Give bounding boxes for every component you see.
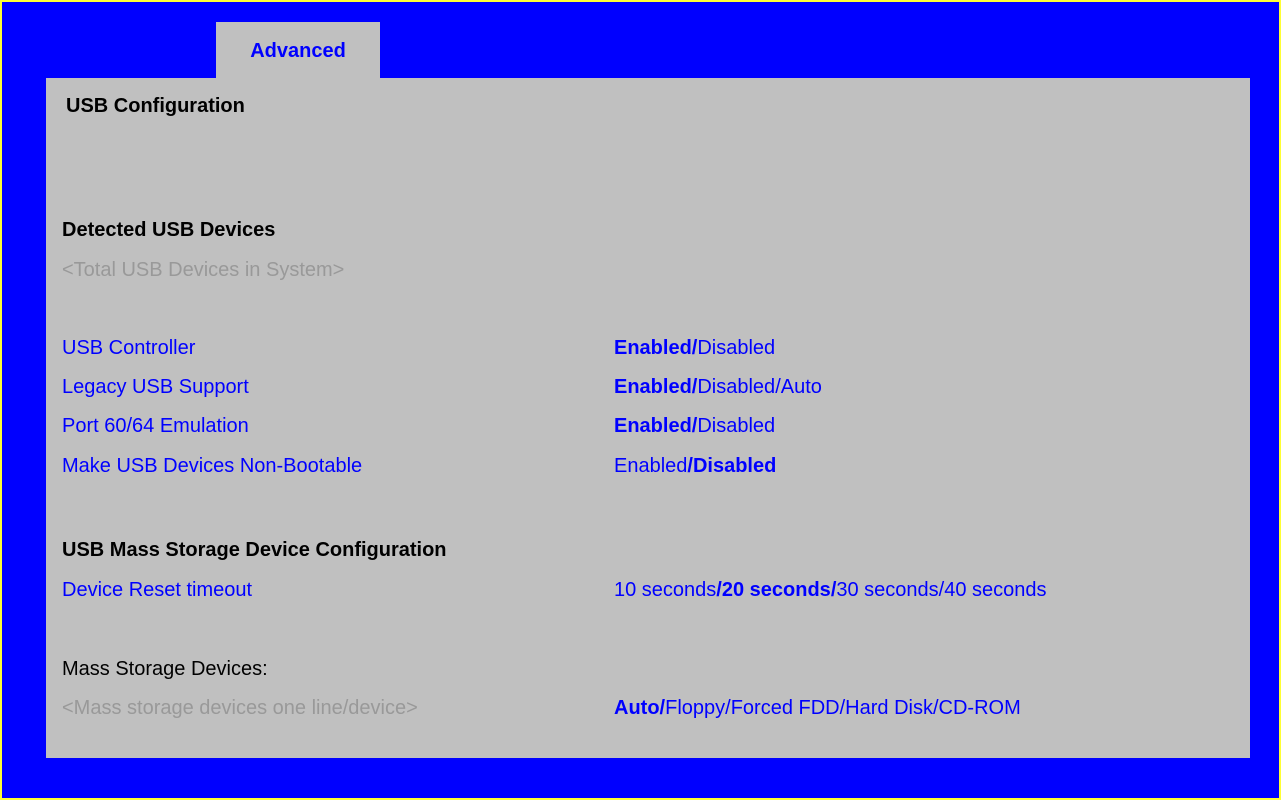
option-cd-rom[interactable]: CD-ROM [939,697,1021,719]
option-disabled[interactable]: Disabled [693,455,776,477]
option-enabled[interactable]: Enabled [614,415,692,437]
usb-controller-label[interactable]: USB Controller [62,336,195,360]
total-usb-devices-placeholder: <Total USB Devices in System> [62,259,345,281]
device-reset-timeout-label[interactable]: Device Reset timeout [62,578,252,602]
option-30-seconds[interactable]: 30 seconds [836,579,938,601]
option-40-seconds[interactable]: 40 seconds [944,579,1046,601]
usb-controller-options[interactable]: Enabled/Disabled [614,336,775,360]
bios-frame: Advanced USB Configuration Detected USB … [2,2,1279,798]
option-auto[interactable]: Auto [614,697,660,719]
option-disabled[interactable]: Disabled [697,337,775,359]
device-reset-timeout-options[interactable]: 10 seconds/20 seconds/30 seconds/40 seco… [614,578,1047,602]
mass-storage-devices-placeholder: <Mass storage devices one line/device> [62,697,418,719]
port-60-64-emulation-options[interactable]: Enabled/Disabled [614,414,775,438]
usb-mass-storage-config-header: USB Mass Storage Device Configuration [62,539,447,561]
option-10-seconds[interactable]: 10 seconds [614,579,716,601]
option-disabled[interactable]: Disabled [697,415,775,437]
option-floppy[interactable]: Floppy [665,697,725,719]
option-enabled[interactable]: Enabled [614,455,687,477]
port-60-64-emulation-label[interactable]: Port 60/64 Emulation [62,414,249,438]
mass-storage-device-type-options[interactable]: Auto/Floppy/Forced FDD/Hard Disk/CD-ROM [614,696,1021,720]
option-forced-fdd[interactable]: Forced FDD [731,697,840,719]
option-auto[interactable]: Auto [781,376,822,398]
tab-advanced[interactable]: Advanced [216,22,380,80]
detected-usb-devices-header: Detected USB Devices [62,219,276,241]
page-title: USB Configuration [66,95,245,117]
make-usb-devices-non-bootable-options[interactable]: Enabled/Disabled [614,454,776,478]
legacy-usb-support-label[interactable]: Legacy USB Support [62,375,249,399]
legacy-usb-support-options[interactable]: Enabled/Disabled/Auto [614,375,822,399]
option-enabled[interactable]: Enabled [614,337,692,359]
option-20-seconds[interactable]: 20 seconds [722,579,831,601]
make-usb-devices-non-bootable-label[interactable]: Make USB Devices Non-Bootable [62,454,362,478]
mass-storage-devices-label: Mass Storage Devices: [62,658,268,680]
settings-panel: USB Configuration Detected USB Devices <… [46,78,1250,758]
option-enabled[interactable]: Enabled [614,376,692,398]
option-hard-disk[interactable]: Hard Disk [845,697,933,719]
option-disabled[interactable]: Disabled [697,376,775,398]
